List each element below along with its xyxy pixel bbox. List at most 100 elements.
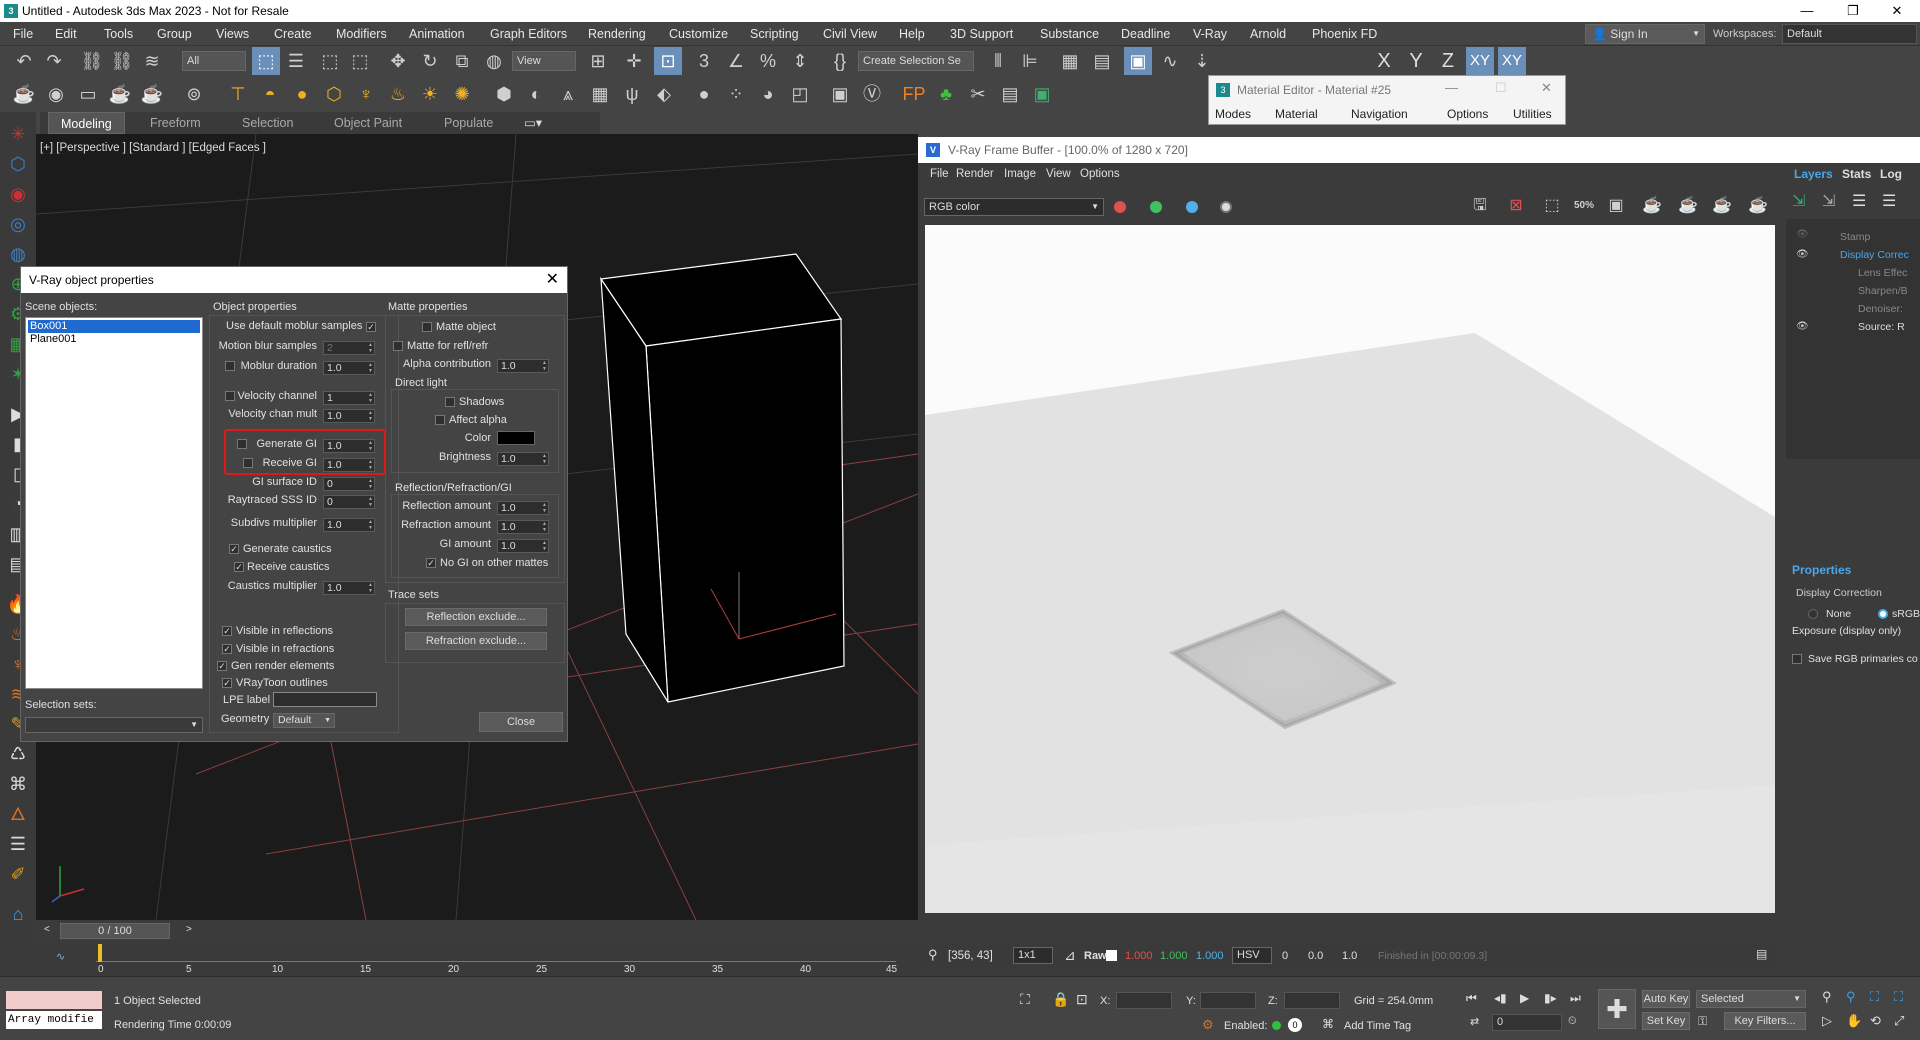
render-iterative-icon[interactable]: ☕ [138,80,166,108]
velocity-chan-mult-spinner[interactable]: 1.0 [323,409,375,423]
zoom-extents-icon[interactable]: ⛶ [1870,989,1879,1005]
menu-edit[interactable]: Edit [55,22,77,46]
render-icon[interactable]: ☕ [1674,192,1702,220]
tab-populate[interactable]: Populate [444,112,493,134]
phoenix-wave-icon[interactable]: ☰ [6,832,30,856]
minimize-icon[interactable]: — [1445,80,1458,95]
save-layers-icon[interactable]: ☰ [1852,191,1866,211]
vray-plane-icon[interactable]: ⩓ [554,80,582,108]
camera-icon[interactable]: ◍ [6,242,30,266]
selection-sets-dropdown[interactable]: ▼ [25,717,203,733]
ribbon-options-icon[interactable]: ▭▾ [524,112,542,134]
menu-file[interactable]: File [13,22,33,46]
menu-group[interactable]: Group [157,22,192,46]
eye-icon[interactable]: 👁 [1796,229,1809,240]
generate-caustics-checkbox[interactable]: ✓ [229,544,239,554]
y-coordinate-field[interactable] [1200,992,1256,1009]
vray-sphere-light-icon[interactable]: ● [288,80,316,108]
pivot-icon[interactable]: ⊞ [584,47,612,75]
fov-icon[interactable]: ▷ [1822,1013,1832,1029]
time-config-icon[interactable]: ⏲ [1568,1015,1577,1028]
phoenix-foam-icon[interactable]: ⌘ [6,772,30,796]
maxscript-listener-top[interactable] [6,991,102,1009]
vray-clipper-icon[interactable]: ⬖ [650,80,678,108]
scale-icon[interactable]: ⧉ [448,47,476,75]
reflection-exclude-button[interactable]: Reflection exclude... [405,608,547,626]
receive-gi-checkbox[interactable] [243,458,253,468]
vray-mesh-light-icon[interactable]: ⬡ [320,80,348,108]
blue-channel-icon[interactable] [1186,201,1198,213]
visible-in-refractions-checkbox[interactable]: ✓ [222,644,232,654]
zoom-icon[interactable]: ⚲ [1822,989,1832,1005]
current-frame-spinner[interactable]: 0 [1492,1014,1562,1031]
vray-logo-icon[interactable]: Ⓥ [858,80,886,108]
material-menu-options[interactable]: Options [1447,104,1488,124]
percent-snap-icon[interactable]: % [754,47,782,75]
material-menu-navigation[interactable]: Navigation [1351,104,1408,124]
alpha-contribution-spinner[interactable]: 1.0 [497,359,549,373]
lpe-label-input[interactable] [273,692,377,707]
add-layer-icon[interactable]: ⇲ [1792,191,1805,211]
moblur-duration-spinner[interactable]: 1.0 [323,361,375,375]
key-selection-dropdown[interactable]: Selected ▼ [1696,990,1806,1008]
select-manipulate-icon[interactable]: ✛ [620,47,648,75]
material-slots-icon[interactable]: ⁘ [722,80,750,108]
set-key-mode-icon[interactable]: ✚ [1598,989,1636,1029]
region-render-icon[interactable]: ⬚ [1538,192,1566,220]
pin-icon[interactable]: ⚲ [928,947,938,963]
phoenix-sim-icon[interactable]: ♺ [6,742,30,766]
move-icon[interactable]: ✥ [384,47,412,75]
menu-scripting[interactable]: Scripting [750,22,799,46]
select-object-icon[interactable]: ⬚ [252,47,280,75]
prev-key-icon[interactable]: ◂▮ [1494,991,1507,1005]
use-default-moblur-checkbox[interactable]: ✓ [366,322,376,332]
vfb-menu-view[interactable]: View [1046,163,1071,185]
angle-snap-icon[interactable]: ∠ [722,47,750,75]
timer-icon[interactable]: 0 [1288,1018,1302,1032]
raytraced-sss-id-spinner[interactable]: 0 [323,495,375,509]
matte-refl-checkbox[interactable] [393,341,403,351]
list-icon[interactable]: ▤ [996,80,1024,108]
track-bar[interactable]: ∿ 0 5 10 15 20 25 30 35 40 45 [36,942,918,976]
keyboard-shortcut-icon[interactable]: ⊡ [654,47,682,75]
vray-ies-light-icon[interactable]: ♆ [352,80,380,108]
axis-y-button[interactable]: Y [1402,47,1430,75]
save-image-icon[interactable]: 🖫 [1466,192,1494,220]
gi-surface-id-spinner[interactable]: 0 [323,477,375,491]
edit-named-selection-icon[interactable]: {} [826,47,854,75]
zoom-all-icon[interactable]: ⚲ [1846,989,1856,1005]
generate-gi-spinner[interactable]: 1.0 [323,439,375,453]
vfb-menu-file[interactable]: File [930,163,949,185]
tab-modeling[interactable]: Modeling [48,112,125,134]
key-mode-icon[interactable]: ⇄ [1470,1015,1479,1028]
auto-key-button[interactable]: Auto Key [1642,990,1690,1008]
moblur-duration-checkbox[interactable] [225,361,235,371]
dialog-close-icon[interactable]: ✕ [546,267,559,293]
window-crossing-icon[interactable]: ⬚ [346,47,374,75]
motion-blur-samples-spinner[interactable]: 2 [323,341,375,355]
color-swatch[interactable] [497,431,535,445]
shape-icon[interactable]: ◉ [6,182,30,206]
fifty-percent-icon[interactable]: 50% [1570,192,1598,220]
unlink-icon[interactable]: ⛓ [108,47,136,75]
menu-phoenix-fd[interactable]: Phoenix FD [1312,22,1377,46]
brightness-spinner[interactable]: 1.0 [497,452,549,466]
receive-gi-spinner[interactable]: 1.0 [323,458,375,472]
red-channel-icon[interactable] [1114,201,1126,213]
link-icon[interactable]: ⛓ [78,47,106,75]
tab-selection[interactable]: Selection [242,112,293,134]
viewport-nav-icon[interactable]: ⌂ [6,902,30,926]
phoenix-flame-icon[interactable]: 🜂 [6,802,30,826]
receive-caustics-checkbox[interactable]: ✓ [234,562,244,572]
axis-x-button[interactable]: X [1370,47,1398,75]
vfb-menu-render[interactable]: Render [956,163,994,185]
refraction-exclude-button[interactable]: Refraction exclude... [405,632,547,650]
axis-xy-button[interactable]: XY [1466,47,1494,75]
vray-camera-icon[interactable]: ⊚ [180,80,208,108]
maxscript-listener-output[interactable]: Array modifie [6,1011,102,1029]
rendered-image[interactable] [925,225,1775,913]
viewport-label[interactable]: [+] [Perspective ] [Standard ] [Edged Fa… [40,142,266,154]
orbit-icon[interactable]: ⟲ [1870,1013,1881,1029]
render-setup-icon[interactable]: ◉ [42,80,70,108]
fp-icon[interactable]: FP [900,80,928,108]
